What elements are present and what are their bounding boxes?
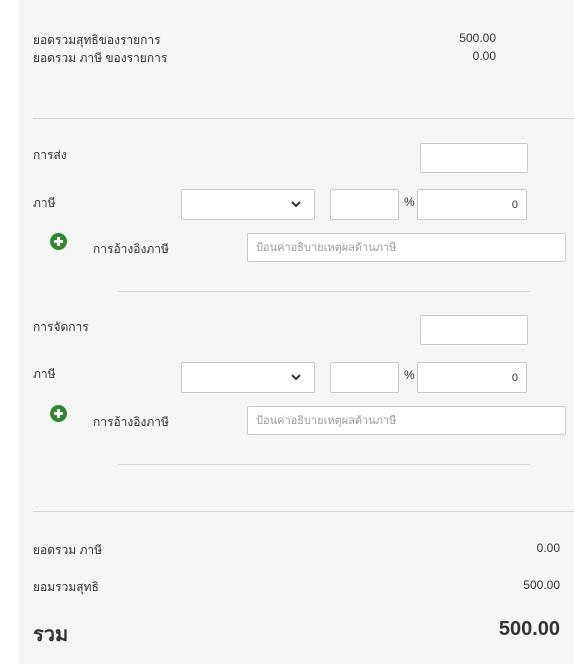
handling-tax-percent-input[interactable] <box>330 362 399 393</box>
tax-total-value: 0.00 <box>536 541 560 555</box>
handling-tax-label: ภาษี <box>33 367 56 381</box>
handling-tax-select[interactable] <box>181 362 315 393</box>
tax-items-value: 0.00 <box>472 49 496 63</box>
shipping-tax-select[interactable] <box>181 189 315 220</box>
chevron-down-icon <box>291 201 301 208</box>
grand-total-label: รวม <box>33 624 69 646</box>
handling-tax-reference-input[interactable] <box>247 406 566 435</box>
shipping-tax-reference-input[interactable] <box>247 233 566 262</box>
tax-items-label: ยอดรวม ภาษี ของรายการ <box>33 51 168 65</box>
plus-circle-icon[interactable] <box>50 233 67 250</box>
handling-tax-amount-input[interactable] <box>417 362 527 393</box>
shipping-tax-label: ภาษี <box>33 196 56 210</box>
totals-divider <box>33 511 574 512</box>
shipping-tax-reference-label: การอ้างอิงภาษี <box>93 242 169 256</box>
handling-label: การจัดการ <box>33 320 89 334</box>
net-total-label: ยอมรวมสุทธิ <box>33 580 99 594</box>
shipping-label: การส่ง <box>33 148 67 162</box>
shipping-percent-sign: % <box>404 195 415 209</box>
grand-total-value: 500.00 <box>498 618 560 640</box>
chevron-down-icon <box>291 374 301 381</box>
net-items-label: ยอดรวมสุทธิของรายการ <box>33 33 161 47</box>
handling-tax-reference-label: การอ้างอิงภาษี <box>93 415 169 429</box>
shipping-tax-amount-input[interactable] <box>417 189 527 220</box>
shipping-tax-percent-input[interactable] <box>330 189 399 220</box>
shipping-amount-input[interactable] <box>420 143 528 173</box>
net-items-value: 500.00 <box>459 31 496 45</box>
net-total-value: 500.00 <box>523 578 560 592</box>
subsection-divider <box>118 464 530 465</box>
tax-total-label: ยอดรวม ภาษี <box>33 543 103 557</box>
handling-amount-input[interactable] <box>420 315 528 345</box>
handling-percent-sign: % <box>404 368 415 382</box>
section-divider <box>33 118 574 119</box>
subsection-divider <box>118 291 530 292</box>
plus-circle-icon[interactable] <box>50 405 67 422</box>
